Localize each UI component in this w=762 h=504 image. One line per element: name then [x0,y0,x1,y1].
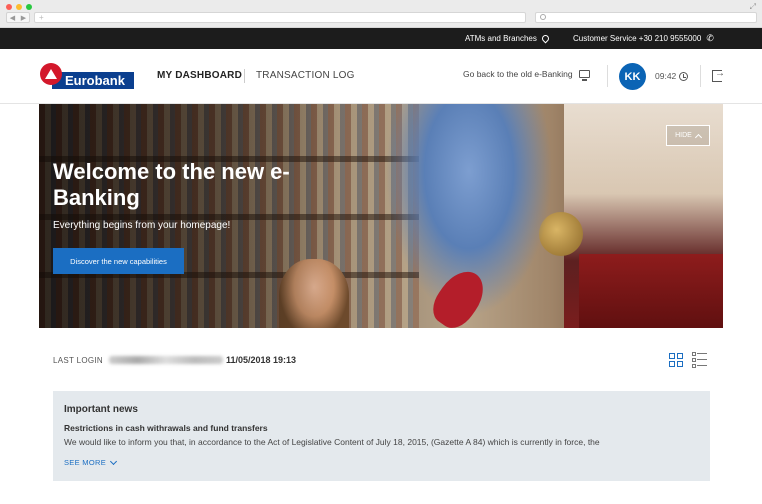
customer-service-link[interactable]: Customer Service +30 210 9555000 ✆ [573,28,714,49]
last-login-label: LAST LOGIN [53,355,103,365]
session-timer: 09:42 [655,71,689,81]
news-headline: Restrictions in cash withrawals and fund… [64,423,268,433]
browser-search-field[interactable] [535,12,757,23]
minimize-window-dot[interactable] [16,4,22,10]
old-ebanking-label: Go back to the old e-Banking [463,69,573,79]
map-pin-icon [540,33,551,44]
list-view-icon[interactable] [692,352,707,368]
browser-back-forward[interactable]: ◀ ▶ [6,12,30,23]
close-window-dot[interactable] [6,4,12,10]
logo-emblem-icon [40,63,62,85]
maximize-window-dot[interactable] [26,4,32,10]
see-more-link[interactable]: SEE MORE [64,457,118,467]
discover-capabilities-button[interactable]: Discover the new capabilities [53,248,184,274]
news-body: We would like to inform you that, in acc… [64,437,600,447]
hero-banner: Welcome to the new e-Banking Everything … [39,104,723,328]
customer-service-label: Customer Service +30 210 9555000 [573,34,702,43]
last-login-row: LAST LOGIN 11/05/2018 19:13 [53,354,296,366]
forward-arrow-icon[interactable]: ▶ [21,14,26,22]
nav-transaction-log[interactable]: TRANSACTION LOG [256,70,355,81]
old-ebanking-link[interactable]: Go back to the old e-Banking [463,69,590,81]
hide-banner-button[interactable]: HIDE [666,125,710,146]
hero-text-shade [39,104,339,328]
utility-bar: ATMs and Branches Customer Service +30 2… [0,28,762,49]
monitor-icon [578,70,590,81]
site-header: Eurobank MY DASHBOARD TRANSACTION LOG Go… [0,49,762,104]
chevron-down-icon [109,457,118,465]
search-icon [540,14,546,20]
header-divider [607,65,608,87]
new-tab-plus-icon[interactable]: + [39,13,44,22]
last-login-datetime: 11/05/2018 19:13 [225,355,297,365]
session-time: 09:42 [655,71,677,81]
address-bar[interactable]: + [34,12,526,23]
clock-history-icon [679,71,689,81]
atms-branches-label: ATMs and Branches [465,34,537,43]
phone-icon: ✆ [706,33,714,43]
hide-label: HIDE [675,132,692,139]
redacted-location [108,356,223,364]
nav-divider [244,69,245,83]
eurobank-logo[interactable]: Eurobank [40,63,136,89]
atms-branches-link[interactable]: ATMs and Branches [465,28,551,49]
logout-icon[interactable] [712,68,725,82]
chevron-up-icon [694,133,702,141]
fullscreen-icon[interactable]: ⤢ [750,2,756,12]
user-avatar[interactable]: KK [619,63,646,90]
logo-wordmark: Eurobank [52,72,134,89]
nav-my-dashboard[interactable]: MY DASHBOARD [157,70,242,81]
important-news-panel: Important news Restrictions in cash with… [53,391,710,481]
header-divider [700,65,701,87]
hero-title: Welcome to the new e-Banking [53,159,290,210]
see-more-label: SEE MORE [64,458,106,467]
back-arrow-icon[interactable]: ◀ [10,14,15,22]
hero-image-chair [579,254,723,328]
grid-view-icon[interactable] [669,353,683,367]
hero-subtitle: Everything begins from your homepage! [53,220,231,231]
browser-chrome: ◀ ▶ + ⤢ [0,0,762,28]
news-title: Important news [64,404,138,415]
